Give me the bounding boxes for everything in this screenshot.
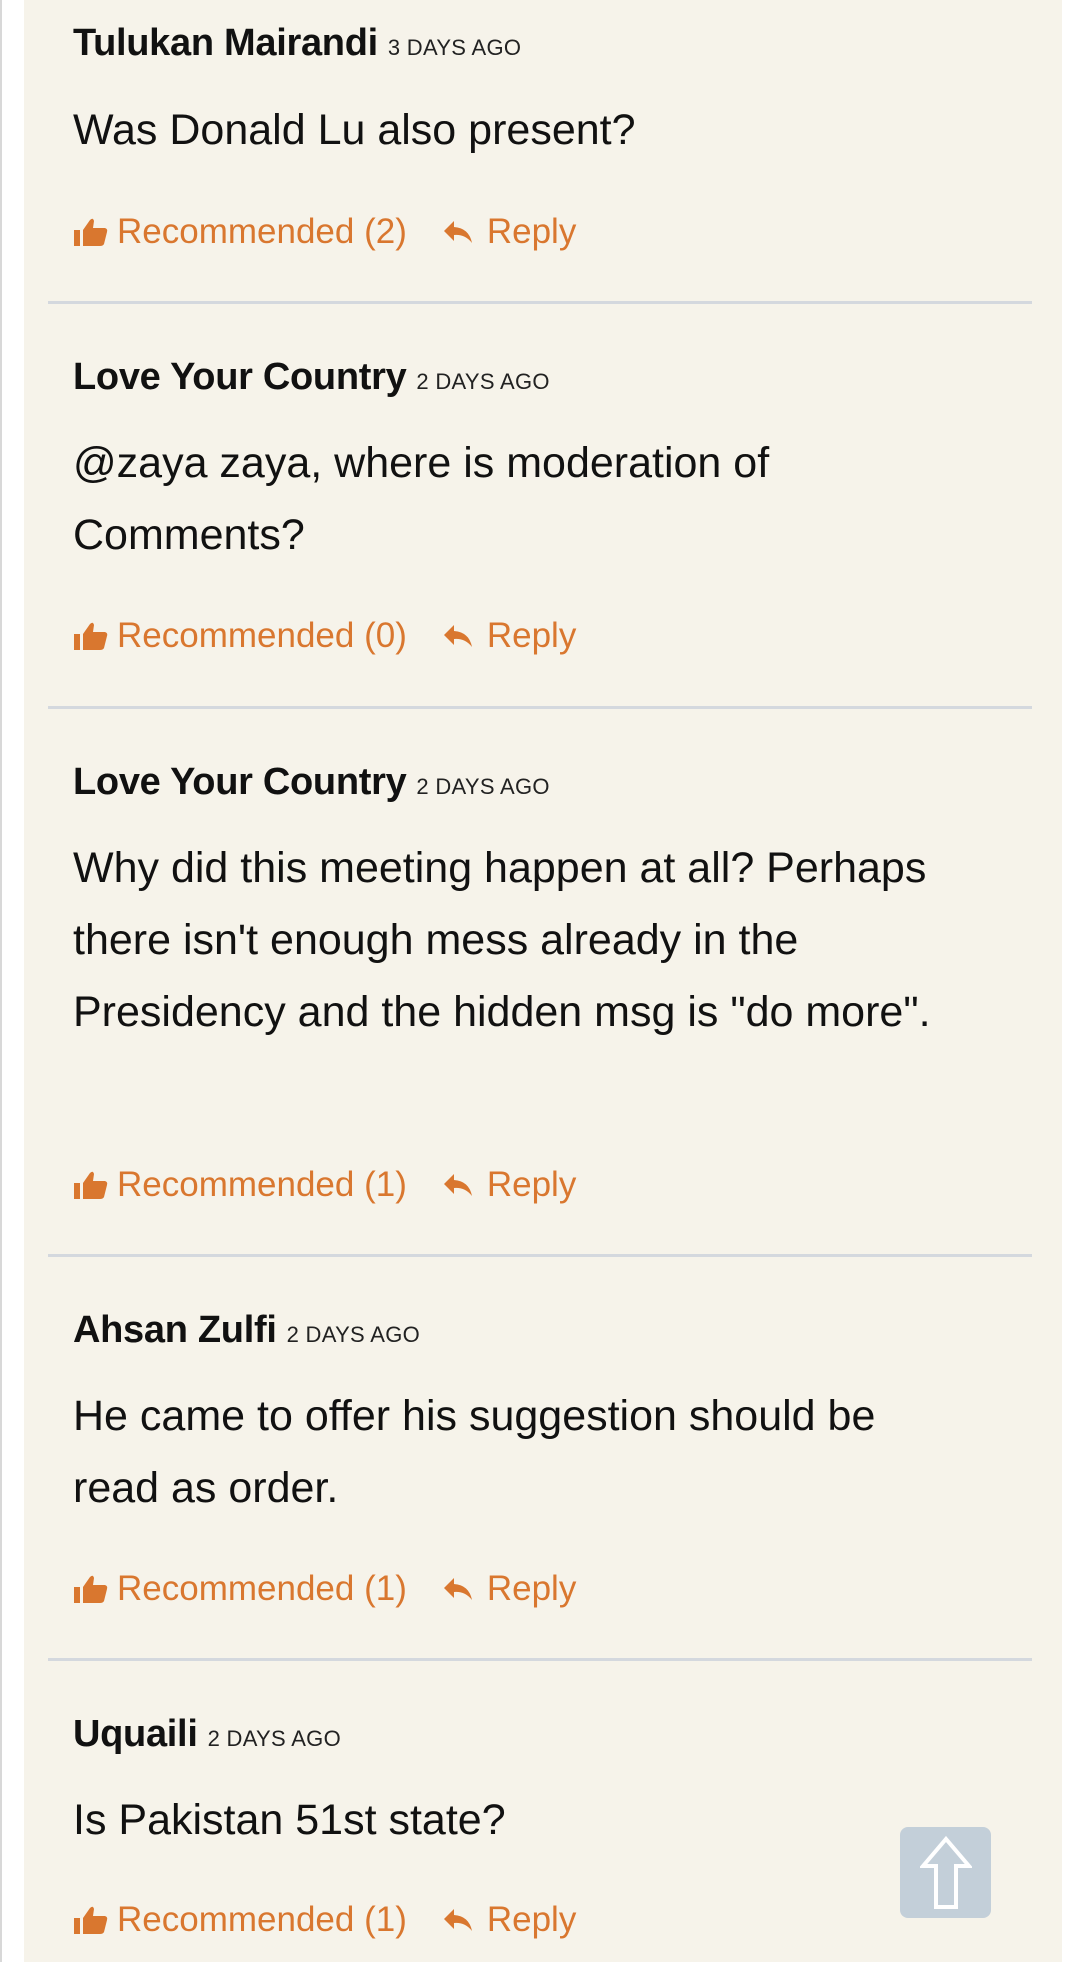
left-edge-border bbox=[0, 0, 2, 1962]
comment-divider bbox=[48, 706, 1032, 709]
reply-arrow-icon bbox=[443, 221, 472, 243]
recommend-label: Recommended (2) bbox=[117, 212, 407, 251]
reply-button[interactable]: Reply bbox=[443, 212, 576, 252]
reply-label: Reply bbox=[486, 1900, 577, 1939]
reply-label: Reply bbox=[486, 616, 577, 655]
reply-arrow-icon bbox=[443, 1578, 472, 1600]
reply-arrow-icon bbox=[443, 1174, 472, 1196]
comment-text: @zaya zaya, where is moderation of Comme… bbox=[73, 439, 770, 559]
recommend-label: Recommended (1) bbox=[117, 1165, 407, 1204]
reply-button[interactable]: Reply bbox=[443, 1900, 576, 1940]
comment-divider bbox=[48, 1254, 1032, 1257]
reply-button[interactable]: Reply bbox=[443, 1165, 576, 1205]
comment-divider bbox=[48, 301, 1032, 304]
comment-actions: Recommended (1) Reply bbox=[73, 1900, 576, 1940]
reply-button[interactable]: Reply bbox=[443, 1569, 576, 1609]
recommend-button[interactable]: Recommended (1) bbox=[73, 1165, 407, 1205]
thumbs-up-icon bbox=[74, 218, 108, 246]
comment-author[interactable]: Ahsan Zulfi bbox=[73, 1309, 277, 1351]
recommend-label: Recommended (1) bbox=[117, 1569, 407, 1608]
recommend-label: Recommended (1) bbox=[117, 1900, 407, 1939]
reply-button[interactable]: Reply bbox=[443, 616, 576, 656]
scroll-to-top-button[interactable] bbox=[900, 1827, 991, 1918]
comment-time: 2 DAYS AGO bbox=[416, 369, 550, 394]
comment-actions: Recommended (2) Reply bbox=[73, 212, 576, 252]
comment-actions: Recommended (1) Reply bbox=[73, 1569, 576, 1609]
thumbs-up-icon bbox=[74, 1906, 108, 1934]
thumbs-up-icon bbox=[74, 1575, 108, 1603]
comment-text: Is Pakistan 51st state? bbox=[73, 1796, 506, 1844]
reply-label: Reply bbox=[486, 212, 577, 251]
recommend-button[interactable]: Recommended (1) bbox=[73, 1900, 407, 1940]
comment-text: Why did this meeting happen at all? Perh… bbox=[73, 844, 931, 1036]
reply-arrow-icon bbox=[443, 625, 472, 647]
comment-author[interactable]: Love Your Country bbox=[73, 761, 407, 803]
comment-author[interactable]: Love Your Country bbox=[73, 356, 407, 398]
comment-meta: Love Your Country 2 DAYS AGO bbox=[73, 761, 550, 804]
recommend-button[interactable]: Recommended (0) bbox=[73, 616, 407, 656]
comment-text: Was Donald Lu also present? bbox=[73, 106, 636, 154]
recommend-label: Recommended (0) bbox=[117, 616, 407, 655]
comment-text: He came to offer his suggestion should b… bbox=[73, 1392, 876, 1512]
reply-arrow-icon bbox=[443, 1909, 472, 1931]
comment-meta: Uquaili 2 DAYS AGO bbox=[73, 1713, 341, 1756]
comment-time: 3 DAYS AGO bbox=[387, 35, 522, 60]
comment-actions: Recommended (1) Reply bbox=[73, 1165, 576, 1205]
comment-divider bbox=[48, 1658, 1032, 1661]
comment-time: 2 DAYS AGO bbox=[207, 1726, 341, 1751]
comment-meta: Tulukan Mairandi 3 DAYS AGO bbox=[73, 22, 521, 65]
comment-actions: Recommended (0) Reply bbox=[73, 616, 576, 656]
comment-time: 2 DAYS AGO bbox=[416, 774, 550, 799]
comment-meta: Love Your Country 2 DAYS AGO bbox=[73, 356, 550, 399]
comment-meta: Ahsan Zulfi 2 DAYS AGO bbox=[73, 1309, 420, 1352]
reply-label: Reply bbox=[486, 1165, 577, 1204]
comment-author[interactable]: Tulukan Mairandi bbox=[73, 22, 378, 64]
thumbs-up-icon bbox=[74, 622, 108, 650]
arrow-up-icon bbox=[919, 1835, 972, 1909]
comment-author[interactable]: Uquaili bbox=[73, 1713, 198, 1755]
recommend-button[interactable]: Recommended (2) bbox=[73, 212, 407, 252]
recommend-button[interactable]: Recommended (1) bbox=[73, 1569, 407, 1609]
comment-time: 2 DAYS AGO bbox=[286, 1322, 421, 1347]
thumbs-up-icon bbox=[74, 1171, 108, 1199]
reply-label: Reply bbox=[486, 1569, 577, 1608]
